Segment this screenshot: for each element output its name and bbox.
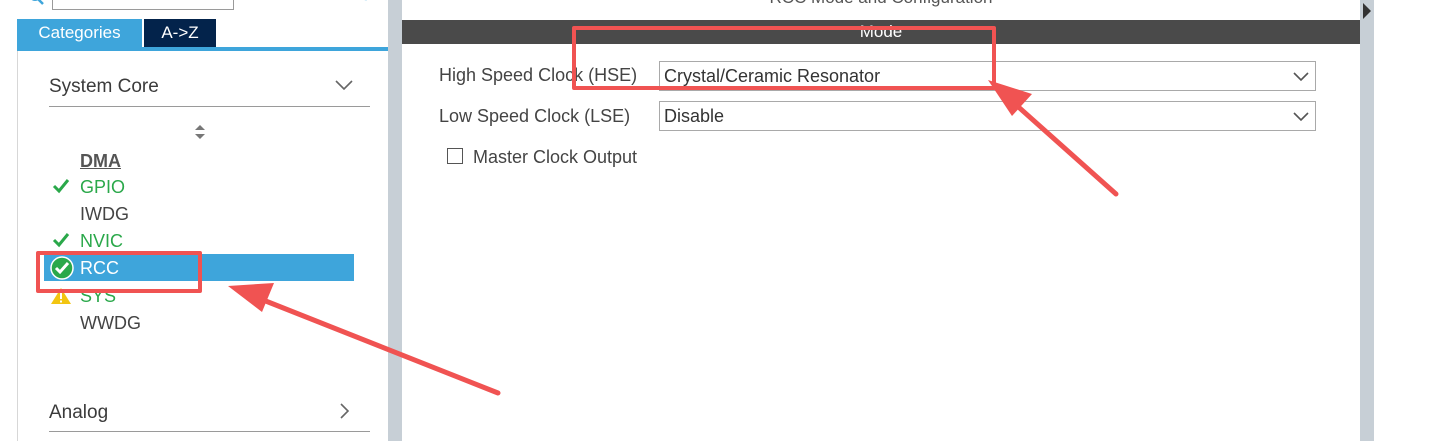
highlight-box-hse xyxy=(572,26,996,90)
tab-categories[interactable]: Categories xyxy=(17,19,142,47)
check-icon xyxy=(52,232,70,248)
tab-a-to-z[interactable]: A->Z xyxy=(144,19,216,47)
sidebar-item-gpio[interactable]: GPIO xyxy=(80,177,125,197)
section-divider xyxy=(49,431,370,432)
check-icon xyxy=(52,178,70,194)
sort-arrows-icon[interactable] xyxy=(193,124,207,140)
chevron-down-icon[interactable] xyxy=(334,78,354,92)
sidebar-item-wwdg[interactable]: WWDG xyxy=(80,313,141,333)
section-system-core[interactable]: System Core xyxy=(49,76,159,98)
highlight-box-rcc xyxy=(36,251,202,293)
search-input[interactable] xyxy=(52,0,234,10)
gear-icon[interactable] xyxy=(356,0,376,8)
search-icon[interactable] xyxy=(28,0,46,8)
panel-splitter[interactable] xyxy=(388,0,402,441)
sidebar-border xyxy=(17,51,18,441)
chevron-right-icon[interactable] xyxy=(338,402,350,420)
sidebar-item-iwdg[interactable]: IWDG xyxy=(80,204,129,224)
section-divider xyxy=(49,106,370,107)
left-panel xyxy=(0,0,388,441)
lse-label: Low Speed Clock (LSE) xyxy=(439,106,631,126)
lse-select[interactable]: Disable xyxy=(659,101,1316,131)
collapse-arrow-icon[interactable] xyxy=(1362,2,1372,20)
master-clock-output-checkbox[interactable] xyxy=(447,148,463,164)
sidebar-item-dma[interactable]: DMA xyxy=(80,151,121,171)
master-clock-output-label: Master Clock Output xyxy=(473,147,638,167)
outer-area xyxy=(1374,0,1440,441)
section-analog[interactable]: Analog xyxy=(49,402,108,424)
lse-value: Disable xyxy=(664,106,725,126)
chevron-down-icon xyxy=(1293,70,1309,82)
right-splitter[interactable] xyxy=(1360,0,1374,441)
tab-underline xyxy=(17,47,388,51)
sidebar-item-nvic[interactable]: NVIC xyxy=(80,231,123,251)
chevron-down-icon xyxy=(1293,110,1309,122)
page-title: RCC Mode and Configuration xyxy=(402,0,1360,8)
